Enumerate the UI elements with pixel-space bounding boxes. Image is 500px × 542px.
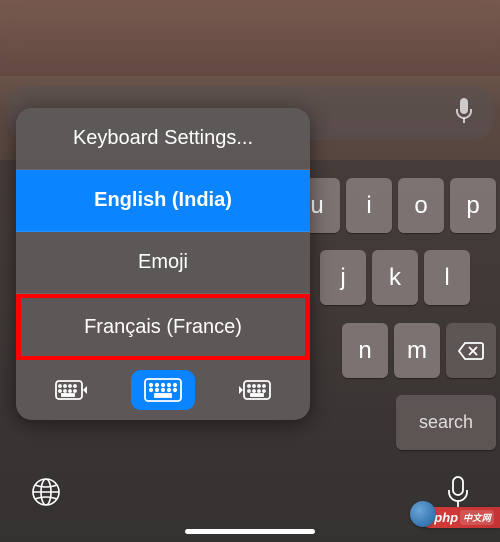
keyboard-option-francais[interactable]: Français (France) — [16, 294, 310, 360]
globe-icon[interactable] — [30, 476, 62, 513]
mic-icon[interactable] — [454, 97, 474, 130]
keyboard-mode-left[interactable] — [41, 370, 105, 410]
key-n[interactable]: n — [342, 323, 388, 378]
backspace-key[interactable] — [446, 323, 496, 378]
key-j[interactable]: j — [320, 250, 366, 305]
keyboard-option-emoji[interactable]: Emoji — [16, 232, 310, 294]
keyboard-mode-center[interactable] — [131, 370, 195, 410]
keyboard-option-english[interactable]: English (India) — [16, 170, 310, 232]
keyboard-switcher-popup: Keyboard Settings... English (India) Emo… — [16, 108, 310, 420]
keyboard-mode-right[interactable] — [221, 370, 285, 410]
key-o[interactable]: o — [398, 178, 444, 233]
watermark-main: php — [434, 510, 458, 525]
key-i[interactable]: i — [346, 178, 392, 233]
keyboard-option-label: Français (France) — [84, 316, 242, 339]
status-bar-blur — [0, 0, 500, 76]
keyboard-option-label: Emoji — [138, 251, 188, 274]
key-p[interactable]: p — [450, 178, 496, 233]
watermark-sub: 中文网 — [460, 510, 494, 525]
keyboard-option-label: English (India) — [94, 189, 232, 212]
key-l[interactable]: l — [424, 250, 470, 305]
search-key[interactable]: search — [396, 395, 496, 450]
key-m[interactable]: m — [394, 323, 440, 378]
key-k[interactable]: k — [372, 250, 418, 305]
keyboard-mode-row — [16, 360, 310, 420]
home-indicator[interactable] — [185, 529, 315, 534]
keyboard-settings-label: Keyboard Settings... — [73, 127, 253, 150]
elephant-icon — [410, 501, 436, 527]
keyboard-settings-item[interactable]: Keyboard Settings... — [16, 108, 310, 170]
watermark: php 中文网 — [420, 507, 500, 528]
